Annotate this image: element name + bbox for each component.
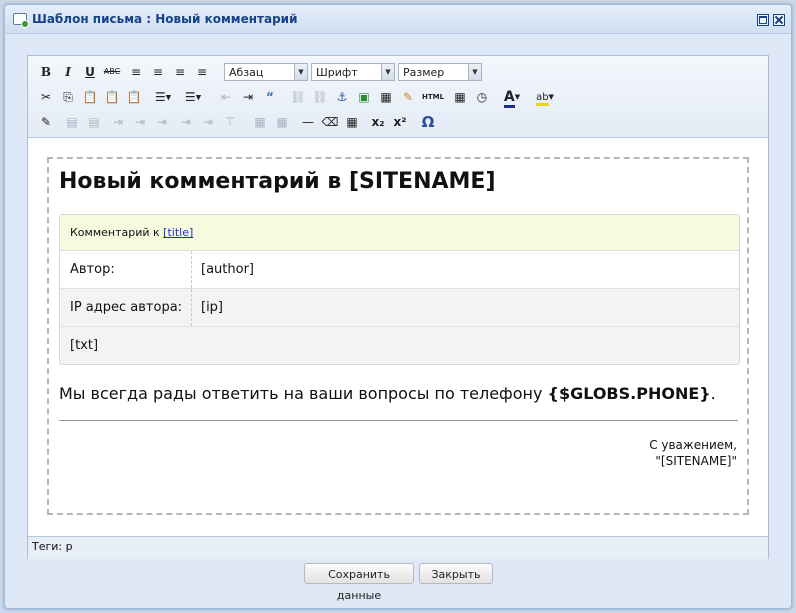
remove-format-icon[interactable]: ⌫ [320, 112, 340, 132]
bullet-list-icon: ☰ [154, 90, 166, 104]
link-icon[interactable]: ⛓ [288, 87, 308, 107]
horizontal-rule-icon[interactable]: — [298, 112, 318, 132]
row-props-icon[interactable]: ▤ [62, 112, 82, 132]
anchor-icon[interactable]: ⚓ [332, 87, 352, 107]
highlight-color-button[interactable]: ab▼ [530, 87, 560, 107]
insert-row-after-icon[interactable]: ⇥ [130, 112, 150, 132]
align-center-button[interactable]: ≡ [148, 62, 168, 82]
align-left-button[interactable]: ≡ [126, 62, 146, 82]
bold-button[interactable]: B [36, 62, 56, 82]
edit-style-icon[interactable]: ✎ [36, 112, 56, 132]
table-row: Автор: [author] [60, 251, 739, 289]
delete-row-icon[interactable]: ⇥ [152, 112, 172, 132]
ip-label: IP адрес автора: [70, 300, 183, 315]
footer-text: Мы всегда рады ответить на ваши вопросы … [59, 384, 716, 403]
close-icon[interactable] [773, 14, 785, 26]
dialog-titlebar: Шаблон письма : Новый комментарий [5, 5, 791, 34]
rich-text-editor: B I U ABC ≡ ≡ ≡ ≡ Абзац ▼ Шрифт ▼ Размер [27, 55, 769, 559]
chevron-down-icon: ▼ [195, 93, 202, 102]
bullet-list-button[interactable]: ☰▼ [150, 87, 176, 107]
table-row: IP адрес автора: [ip] [60, 289, 739, 327]
phone-placeholder: {$GLOBS.PHONE} [547, 384, 711, 403]
template-dialog: Шаблон письма : Новый комментарий B I U … [4, 4, 792, 609]
image-icon[interactable]: ▣ [354, 87, 374, 107]
indent-icon[interactable]: ⇥ [238, 87, 258, 107]
highlight-color-icon: ab [536, 92, 549, 106]
insert-col-before-icon[interactable]: ⇥ [176, 112, 196, 132]
paste-word-icon[interactable]: 📋 [124, 87, 144, 107]
subscript-icon[interactable]: x₂ [368, 112, 388, 132]
copy-icon[interactable]: ⎘ [58, 87, 78, 107]
template-heading: Новый комментарий в [SITENAME] [59, 169, 496, 194]
insert-date-icon[interactable]: ▦ [450, 87, 470, 107]
editor-toolbar: B I U ABC ≡ ≡ ≡ ≡ Абзац ▼ Шрифт ▼ Размер [28, 56, 768, 138]
chevron-down-icon: ▼ [468, 64, 481, 80]
cleanup-icon[interactable]: ✎ [398, 87, 418, 107]
template-content-area[interactable]: Новый комментарий в [SITENAME] Комментар… [47, 157, 749, 515]
split-cells-icon[interactable]: ▦ [250, 112, 270, 132]
font-select[interactable]: Шрифт ▼ [311, 63, 395, 81]
cell-divider [191, 251, 192, 288]
align-justify-button[interactable]: ≡ [192, 62, 212, 82]
save-button[interactable]: Сохранить данные [304, 563, 414, 602]
chevron-down-icon: ▼ [381, 64, 394, 80]
footer-suffix: . [710, 384, 716, 403]
insert-row-before-icon[interactable]: ⇥ [108, 112, 128, 132]
horizontal-divider [59, 420, 738, 421]
cut-icon[interactable]: ✂ [36, 87, 56, 107]
dialog-title: Шаблон письма : Новый комментарий [32, 12, 298, 26]
comment-head: Комментарий к [title] [60, 215, 739, 251]
underline-button[interactable]: U [80, 62, 100, 82]
strikethrough-button[interactable]: ABC [102, 62, 122, 82]
media-icon[interactable]: ▦ [376, 87, 396, 107]
format-select[interactable]: Абзац ▼ [224, 63, 308, 81]
numbered-list-icon: ☰ [184, 90, 196, 104]
size-select-value: Размер [403, 66, 445, 79]
insert-table-icon[interactable]: ▦ [342, 112, 362, 132]
format-select-value: Абзац [229, 66, 264, 79]
insert-col-after-icon[interactable]: ⇥ [198, 112, 218, 132]
template-icon [13, 13, 29, 28]
title-link[interactable]: [title] [163, 226, 193, 239]
insert-time-icon[interactable]: ◷ [472, 87, 492, 107]
paste-icon[interactable]: 📋 [80, 87, 100, 107]
txt-value: [txt] [70, 338, 99, 353]
chevron-down-icon: ▼ [294, 64, 307, 80]
comment-head-prefix: Комментарий к [70, 226, 160, 239]
comment-table: Комментарий к [title] Автор: [author] IP… [59, 214, 740, 365]
chevron-down-icon: ▼ [165, 93, 172, 102]
table-row: [txt] [60, 327, 739, 364]
outdent-icon[interactable]: ⇤ [216, 87, 236, 107]
regards-line-1: С уважением, [649, 438, 737, 452]
close-button[interactable]: Закрыть [419, 563, 493, 584]
font-select-value: Шрифт [316, 66, 358, 79]
align-right-button[interactable]: ≡ [170, 62, 190, 82]
special-char-icon[interactable]: Ω [418, 112, 438, 132]
text-color-icon: A [503, 89, 515, 108]
text-color-button[interactable]: A▼ [498, 87, 526, 108]
html-source-icon[interactable]: HTML [420, 87, 446, 107]
merge-cells-icon[interactable]: ▦ [272, 112, 292, 132]
author-label: Автор: [70, 262, 115, 277]
size-select[interactable]: Размер ▼ [398, 63, 482, 81]
delete-col-icon[interactable]: ⊤ [220, 112, 240, 132]
footer-prefix: Мы всегда рады ответить на ваши вопросы … [59, 384, 543, 403]
regards-line-2: "[SITENAME]" [655, 454, 737, 468]
paste-text-icon[interactable]: 📋 [102, 87, 122, 107]
chevron-down-icon: ▼ [514, 93, 521, 101]
tags-path[interactable]: Теги: p [28, 540, 73, 553]
italic-button[interactable]: I [58, 62, 78, 82]
author-value: [author] [201, 262, 254, 277]
regards-block: С уважением, "[SITENAME]" [649, 437, 737, 469]
superscript-icon[interactable]: x² [390, 112, 410, 132]
cell-props-icon[interactable]: ▤ [84, 112, 104, 132]
chevron-down-icon: ▼ [548, 93, 554, 101]
cell-divider [191, 289, 192, 326]
numbered-list-button[interactable]: ☰▼ [180, 87, 206, 107]
unlink-icon[interactable]: ⛓ [310, 87, 330, 107]
ip-value: [ip] [201, 300, 224, 315]
maximize-icon[interactable] [757, 14, 769, 26]
blockquote-icon[interactable]: “ [260, 87, 280, 107]
editor-statusbar: Теги: p [28, 536, 768, 559]
